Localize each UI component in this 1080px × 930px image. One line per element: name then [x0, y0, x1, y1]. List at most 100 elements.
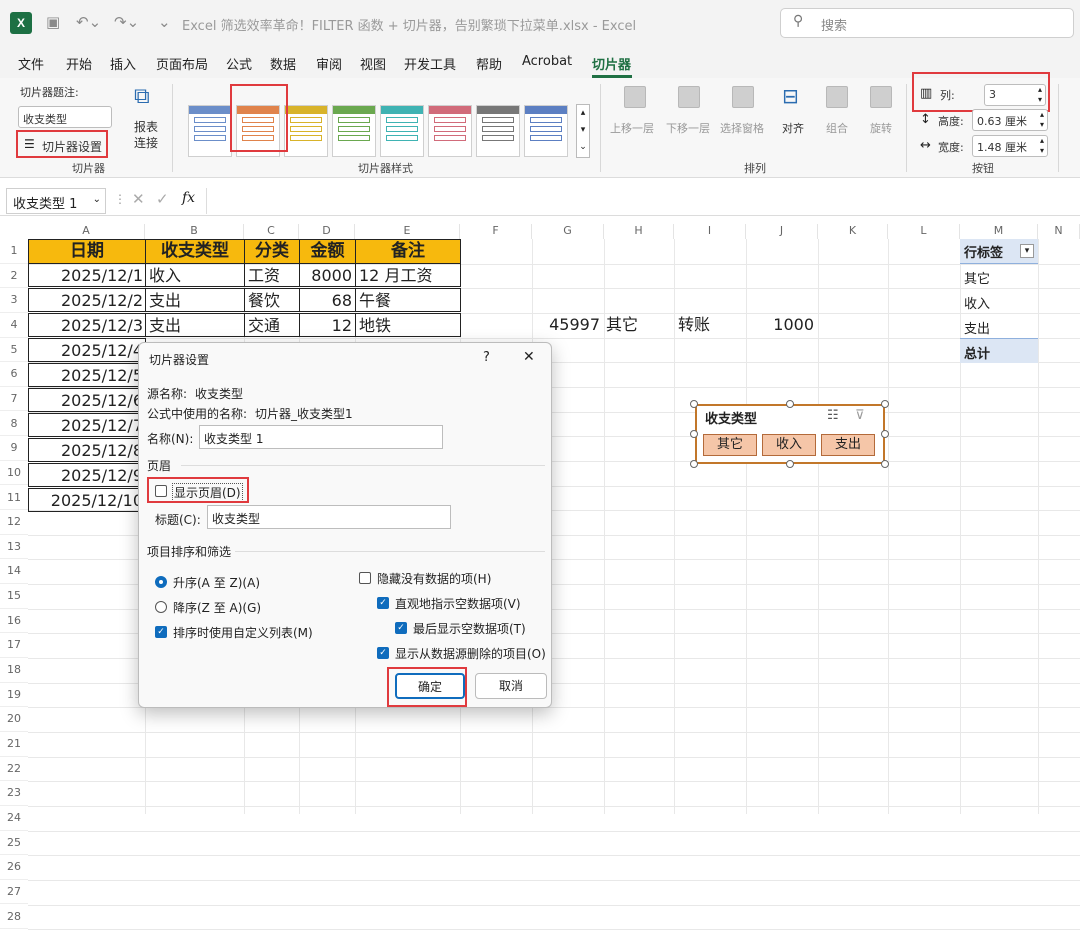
name-box[interactable]: 收支类型 1 ⌄	[6, 188, 106, 214]
show-deleted-label[interactable]: 显示从数据源删除的项目(O)	[395, 645, 546, 662]
indicate-empty-checkbox[interactable]: ✓	[377, 597, 389, 609]
tab-slicer[interactable]: 切片器	[592, 54, 631, 73]
cell-filter-date[interactable]: 45997	[532, 313, 604, 337]
resize-handle[interactable]	[786, 460, 794, 468]
rotate-label[interactable]: 旋转	[870, 120, 892, 136]
resize-handle[interactable]	[690, 430, 698, 438]
show-deleted-checkbox[interactable]: ✓	[377, 647, 389, 659]
col-header-g[interactable]: G	[532, 224, 604, 239]
cell-category[interactable]: 交通	[244, 313, 300, 337]
row-header[interactable]: 6	[0, 362, 28, 387]
row-header[interactable]: 11	[0, 486, 28, 511]
slicer-caption-input[interactable]: 收支类型	[18, 106, 112, 128]
col-header-n[interactable]: N	[1038, 224, 1080, 239]
chevron-down-icon[interactable]: ⌄	[93, 194, 101, 205]
row-header[interactable]: 18	[0, 658, 28, 683]
cell-amount[interactable]: 8000	[299, 263, 356, 287]
pivot-item[interactable]: 其它	[964, 268, 990, 287]
selection-pane-icon[interactable]	[732, 86, 754, 108]
name-input[interactable]: 收支类型 1	[199, 425, 443, 449]
row-header[interactable]: 13	[0, 535, 28, 560]
tab-help[interactable]: 帮助	[476, 54, 502, 73]
descending-label[interactable]: 降序(Z 至 A)(G)	[173, 599, 261, 616]
cell-date[interactable]: 2025/12/4	[28, 338, 146, 362]
tab-review[interactable]: 审阅	[316, 54, 342, 73]
pivot-total-row[interactable]: 总计	[960, 338, 1038, 363]
cell-note[interactable]: 12 月工资	[355, 263, 461, 287]
row-header[interactable]: 10	[0, 461, 28, 486]
tab-developer[interactable]: 开发工具	[404, 54, 456, 73]
help-icon[interactable]: ?	[483, 350, 490, 365]
col-header-i[interactable]: I	[674, 224, 746, 239]
tab-insert[interactable]: 插入	[110, 54, 136, 73]
style-thumb-5[interactable]	[380, 105, 424, 157]
cell-filter-amount[interactable]: 1000	[746, 313, 818, 337]
align-icon[interactable]: ⊟	[782, 84, 799, 108]
tab-formulas[interactable]: 公式	[226, 54, 252, 73]
row-header[interactable]: 3	[0, 288, 28, 313]
row-header[interactable]: 25	[0, 831, 28, 856]
header-amount[interactable]: 金额	[299, 239, 356, 264]
row-header[interactable]: 20	[0, 707, 28, 732]
gallery-scroll[interactable]: ▴ ▾ ⌄	[576, 104, 590, 158]
caption-input[interactable]: 收支类型	[207, 505, 451, 529]
show-empty-last-label[interactable]: 最后显示空数据项(T)	[413, 620, 526, 637]
row-header[interactable]: 26	[0, 855, 28, 880]
cell-date[interactable]: 2025/12/8	[28, 438, 146, 462]
style-thumb-1[interactable]	[188, 105, 232, 157]
cell-date[interactable]: 2025/12/5	[28, 363, 146, 387]
row-header[interactable]: 7	[0, 387, 28, 412]
style-thumb-2[interactable]	[236, 105, 280, 157]
height-spinner[interactable]: 0.63 厘米 ▴ ▾	[972, 109, 1048, 131]
cell-note[interactable]: 地铁	[355, 313, 461, 337]
col-header-e[interactable]: E	[355, 224, 460, 239]
multi-select-icon[interactable]: ☷	[827, 408, 839, 423]
tab-acrobat[interactable]: Acrobat	[522, 54, 572, 69]
group-label[interactable]: 组合	[826, 120, 848, 136]
row-header[interactable]: 23	[0, 781, 28, 806]
undo-icon[interactable]: ↶⌄	[76, 13, 101, 31]
indicate-empty-label[interactable]: 直观地指示空数据项(V)	[395, 595, 521, 612]
col-header-k[interactable]: K	[818, 224, 888, 239]
pivot-item[interactable]: 支出	[964, 318, 990, 337]
custom-list-label[interactable]: 排序时使用自定义列表(M)	[173, 624, 313, 641]
formula-input[interactable]	[206, 188, 1076, 214]
row-header[interactable]: 15	[0, 584, 28, 609]
col-header-l[interactable]: L	[888, 224, 960, 239]
rotate-icon[interactable]	[870, 86, 892, 108]
row-header[interactable]: 8	[0, 412, 28, 437]
cell-note[interactable]: 午餐	[355, 288, 461, 312]
row-header[interactable]: 19	[0, 683, 28, 708]
cell-date[interactable]: 2025/12/2	[28, 288, 146, 312]
cell-date[interactable]: 2025/12/10	[28, 488, 146, 512]
cell-date[interactable]: 2025/12/6	[28, 388, 146, 412]
style-thumb-6[interactable]	[428, 105, 472, 157]
cell-date[interactable]: 2025/12/1	[28, 263, 146, 287]
save-icon[interactable]: ▣	[46, 13, 60, 31]
hide-no-data-label[interactable]: 隐藏没有数据的项(H)	[377, 570, 491, 587]
send-backward-label[interactable]: 下移一层	[666, 120, 710, 136]
cell-date[interactable]: 2025/12/9	[28, 463, 146, 487]
ascending-radio[interactable]	[155, 576, 167, 588]
cell-type[interactable]: 收入	[145, 263, 245, 287]
row-header[interactable]: 22	[0, 757, 28, 782]
ok-button[interactable]: 确定	[395, 673, 465, 699]
redo-icon[interactable]: ↷⌄	[114, 13, 139, 31]
row-header[interactable]: 9	[0, 436, 28, 461]
pivot-header[interactable]: 行标签 ▾	[960, 239, 1038, 264]
style-thumb-4[interactable]	[332, 105, 376, 157]
header-note[interactable]: 备注	[355, 239, 461, 264]
resize-handle[interactable]	[786, 400, 794, 408]
filter-dropdown-icon[interactable]: ▾	[1020, 244, 1034, 258]
show-empty-last-checkbox[interactable]: ✓	[395, 622, 407, 634]
tab-page-layout[interactable]: 页面布局	[156, 54, 208, 73]
bring-forward-icon[interactable]	[624, 86, 646, 108]
descending-radio[interactable]	[155, 601, 167, 613]
col-header-h[interactable]: H	[604, 224, 674, 239]
show-header-checkbox[interactable]	[155, 485, 167, 497]
row-header[interactable]: 5	[0, 338, 28, 363]
tab-home[interactable]: 开始	[66, 54, 92, 73]
resize-handle[interactable]	[690, 400, 698, 408]
cell-amount[interactable]: 12	[299, 313, 356, 337]
tab-data[interactable]: 数据	[270, 54, 296, 73]
